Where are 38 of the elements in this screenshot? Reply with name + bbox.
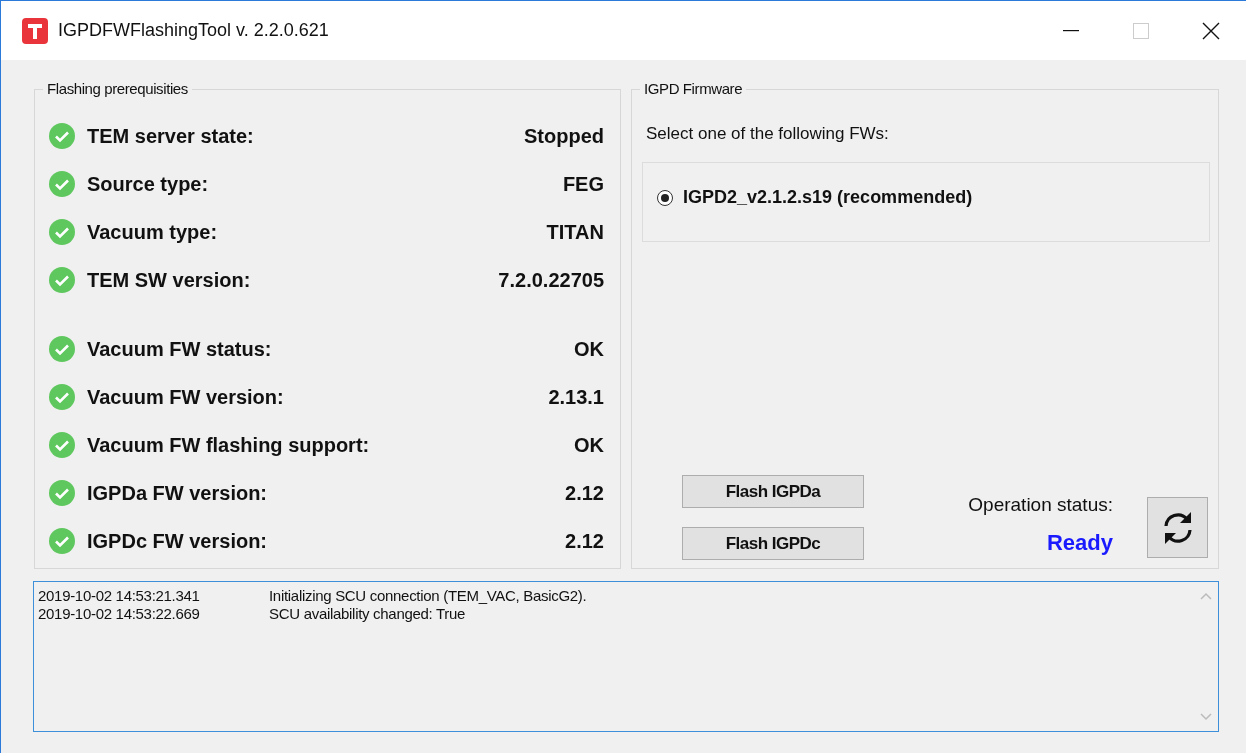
field-label: TEM SW version: xyxy=(87,268,252,292)
status-value: Ready xyxy=(1046,530,1113,556)
log-message: Initializing SCU connection (TEM_VAC, BasicG2). xyxy=(269,587,587,605)
field-label: Vacuum FW status: xyxy=(87,337,273,361)
field-value: Stopped xyxy=(524,124,604,148)
flash-button[interactable]: Flash IGPDa xyxy=(682,475,864,508)
field-value: TITAN xyxy=(546,220,604,244)
prompt-text: Select one of the following FWs: xyxy=(646,124,890,144)
flash-button[interactable]: Flash IGPDc xyxy=(682,527,864,560)
window-title: IGPDFWFlashingTool v. 2.2.0.621 xyxy=(58,20,330,41)
radio-button[interactable] xyxy=(657,189,673,206)
field-value: 2.13.1 xyxy=(548,385,604,409)
field-value: FEG xyxy=(562,172,604,196)
status-label: Operation status: xyxy=(968,494,1113,516)
field-label: Vacuum type: xyxy=(87,220,219,244)
field-value: OK xyxy=(574,433,604,457)
log-message: SCU availability changed: True xyxy=(269,605,466,623)
scroll-down-icon[interactable] xyxy=(1199,713,1212,721)
log-time: 2019-10-02 14:53:21.341 xyxy=(38,587,201,605)
field-label: Vacuum FW version: xyxy=(87,385,285,409)
field-label: TEM server state: xyxy=(87,124,255,148)
app-logo-icon xyxy=(22,17,48,44)
group-title: Flashing prerequisities xyxy=(43,80,192,97)
field-label: Source type: xyxy=(87,172,210,196)
field-label: Vacuum FW flashing support: xyxy=(87,433,371,457)
maximize-icon xyxy=(1133,22,1149,39)
field-value: OK xyxy=(574,337,604,361)
refresh-button[interactable] xyxy=(1147,497,1208,558)
scroll-up-icon[interactable] xyxy=(1199,592,1212,600)
field-label: IGPDa FW version: xyxy=(87,481,269,505)
close-icon xyxy=(1202,21,1220,40)
log-time: 2019-10-02 14:53:22.669 xyxy=(38,605,201,623)
field-value: 2.12 xyxy=(565,529,604,553)
group-title: IGPD Firmware xyxy=(640,80,747,97)
field-value: 2.12 xyxy=(565,481,604,505)
field-value: 7.2.0.22705 xyxy=(498,268,604,292)
minimize-icon xyxy=(1063,29,1079,32)
field-label: IGPDc FW version: xyxy=(87,529,269,553)
